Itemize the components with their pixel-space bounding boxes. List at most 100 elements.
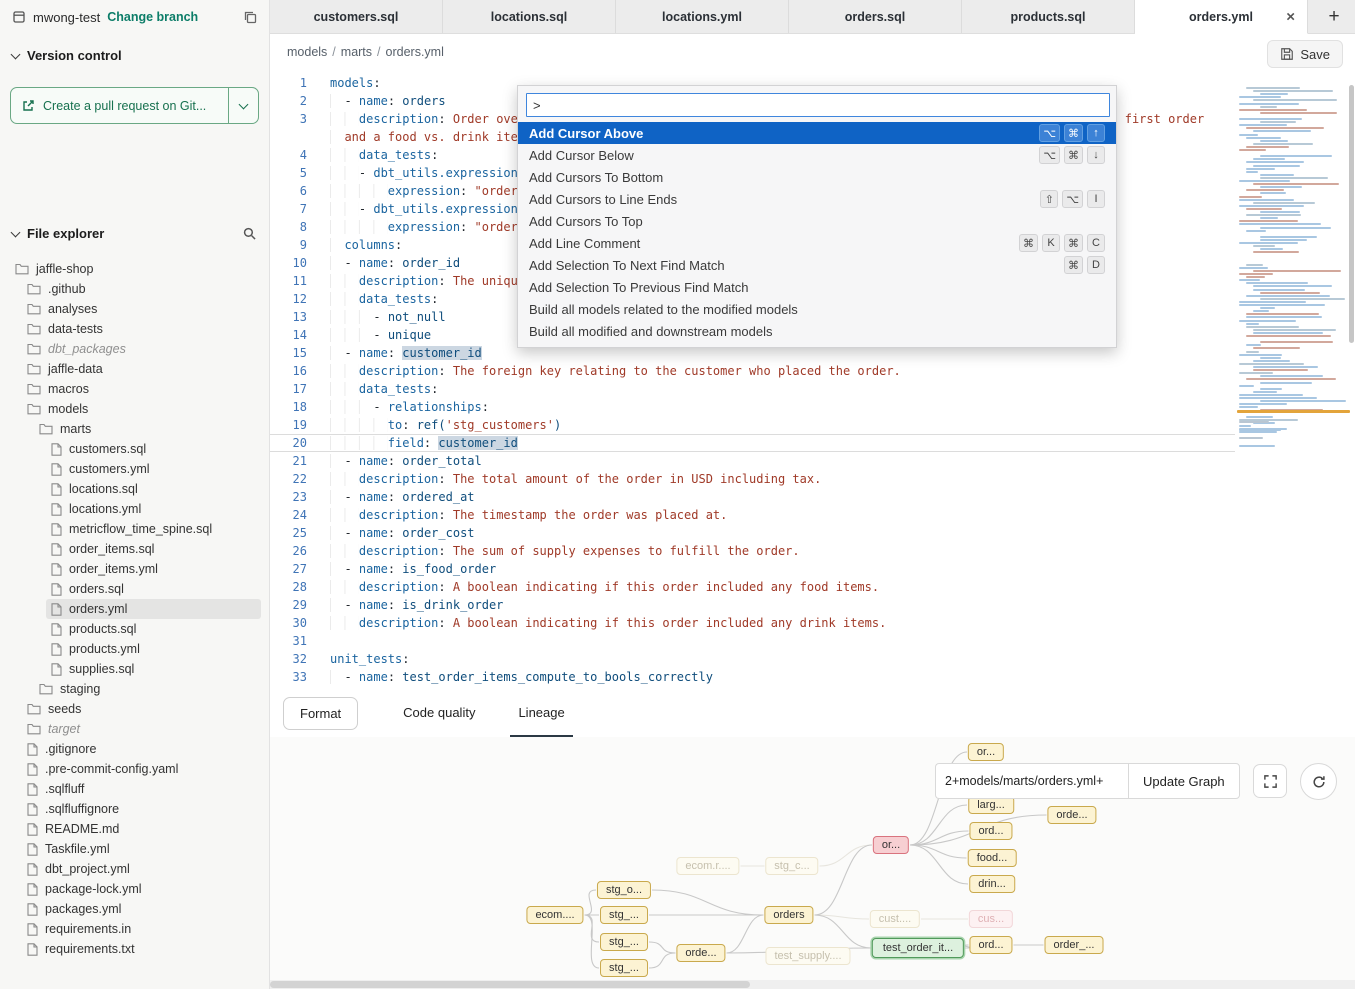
tree-item-Taskfile.yml[interactable]: Taskfile.yml (22, 839, 261, 859)
tree-item-orders.yml[interactable]: orders.yml (46, 599, 261, 619)
lineage-node-cus[interactable]: cus... (969, 910, 1013, 928)
tab-locations.yml[interactable]: locations.yml (616, 0, 789, 33)
close-tab-icon[interactable]: × (1286, 9, 1295, 24)
vertical-scrollbar[interactable] (1349, 85, 1354, 343)
lineage-node-cust[interactable]: cust.... (870, 910, 920, 928)
tree-item-analyses[interactable]: analyses (22, 299, 261, 319)
command-palette-input[interactable] (526, 93, 1110, 117)
tree-item-.github[interactable]: .github (22, 279, 261, 299)
tree-item-.pre-commit-config.yaml[interactable]: .pre-commit-config.yaml (22, 759, 261, 779)
tree-item-requirements.txt[interactable]: requirements.txt (22, 939, 261, 959)
lineage-node-stg_[interactable]: stg_... (600, 959, 648, 977)
code-line[interactable]: 25 - name: order_cost (270, 524, 1235, 542)
code-line[interactable]: 19 to: ref('stg_customers') (270, 416, 1235, 434)
lineage-filter-input[interactable] (935, 763, 1128, 799)
tree-item-macros[interactable]: macros (22, 379, 261, 399)
lineage-node-drin[interactable]: drin... (969, 875, 1015, 893)
lineage-node-orders[interactable]: orders (764, 906, 813, 924)
tree-item-data-tests[interactable]: data-tests (22, 319, 261, 339)
fullscreen-button[interactable] (1253, 764, 1287, 798)
breadcrumb-item[interactable]: orders.yml (386, 45, 444, 59)
tree-item-products.yml[interactable]: products.yml (46, 639, 261, 659)
tree-item-models[interactable]: models (22, 399, 261, 419)
tree-item-dbt_project.yml[interactable]: dbt_project.yml (22, 859, 261, 879)
palette-item[interactable]: Add Selection To Next Find Match⌘D (518, 254, 1116, 276)
create-pr-dropdown[interactable] (228, 88, 258, 123)
lineage-node-food[interactable]: food... (968, 849, 1017, 867)
tree-item-.sqlfluff[interactable]: .sqlfluff (22, 779, 261, 799)
tree-item-order_items.yml[interactable]: order_items.yml (46, 559, 261, 579)
lineage-node-stg_o[interactable]: stg_o... (597, 881, 651, 899)
code-line[interactable]: 17 data_tests: (270, 380, 1235, 398)
lineage-node-orde[interactable]: orde... (676, 944, 725, 962)
code-line[interactable]: 30 description: A boolean indicating if … (270, 614, 1235, 632)
tree-item-customers.sql[interactable]: customers.sql (46, 439, 261, 459)
tree-item-.sqlfluffignore[interactable]: .sqlfluffignore (22, 799, 261, 819)
code-line[interactable]: 26 description: The sum of supply expens… (270, 542, 1235, 560)
lineage-node-test_order_it[interactable]: test_order_it... (872, 938, 964, 958)
code-line[interactable]: 24 description: The timestamp the order … (270, 506, 1235, 524)
code-line[interactable]: 32unit_tests: (270, 650, 1235, 668)
lineage-node-ecomr[interactable]: ecom.r.... (676, 857, 739, 875)
tree-item-order_items.sql[interactable]: order_items.sql (46, 539, 261, 559)
tree-item-locations.sql[interactable]: locations.sql (46, 479, 261, 499)
tree-item-orders.sql[interactable]: orders.sql (46, 579, 261, 599)
create-pr-split-button[interactable]: Create a pull request on Git... (10, 87, 259, 124)
format-button[interactable]: Format (283, 697, 358, 730)
tree-item-dbt_packages[interactable]: dbt_packages (22, 339, 261, 359)
lineage-node-stg_[interactable]: stg_... (600, 933, 648, 951)
breadcrumb-item[interactable]: marts (341, 45, 372, 59)
code-line[interactable]: 22 description: The total amount of the … (270, 470, 1235, 488)
tree-item-products.sql[interactable]: products.sql (46, 619, 261, 639)
tree-item-staging[interactable]: staging (34, 679, 261, 699)
lineage-node-ord[interactable]: ord... (969, 822, 1012, 840)
save-button[interactable]: Save (1267, 40, 1343, 68)
horizontal-scrollbar[interactable] (270, 980, 1355, 989)
tab-products.sql[interactable]: products.sql (962, 0, 1135, 33)
tree-item-jaffle-shop[interactable]: jaffle-shop (10, 259, 261, 279)
code-line[interactable]: 28 description: A boolean indicating if … (270, 578, 1235, 596)
tab-locations.sql[interactable]: locations.sql (443, 0, 616, 33)
lineage-node-orde[interactable]: orde... (1047, 806, 1096, 824)
palette-item[interactable]: Build all modified and downstream models (518, 320, 1116, 342)
file-explorer-header[interactable]: File explorer (0, 212, 269, 247)
tree-item-.gitignore[interactable]: .gitignore (22, 739, 261, 759)
tree-item-locations.yml[interactable]: locations.yml (46, 499, 261, 519)
code-line[interactable]: 18 - relationships: (270, 398, 1235, 416)
palette-item[interactable]: Add Cursor Below⌥⌘↓ (518, 144, 1116, 166)
palette-item[interactable]: Build all models related to the modified… (518, 298, 1116, 320)
update-graph-button[interactable]: Update Graph (1128, 763, 1240, 799)
tree-item-jaffle-data[interactable]: jaffle-data (22, 359, 261, 379)
code-line[interactable]: 31 (270, 632, 1235, 650)
tree-item-package-lock.yml[interactable]: package-lock.yml (22, 879, 261, 899)
search-icon[interactable] (242, 226, 257, 241)
tab-lineage[interactable]: Lineage (510, 690, 572, 737)
tree-item-README.md[interactable]: README.md (22, 819, 261, 839)
version-control-header[interactable]: Version control (0, 34, 269, 69)
tab-customers.sql[interactable]: customers.sql (270, 0, 443, 33)
tab-orders.sql[interactable]: orders.sql (789, 0, 962, 33)
lineage-node-or[interactable]: or... (968, 743, 1004, 761)
tree-item-marts[interactable]: marts (34, 419, 261, 439)
code-line[interactable]: 16 description: The foreign key relating… (270, 362, 1235, 380)
palette-item[interactable]: Add Cursor Above⌥⌘↑ (518, 122, 1116, 144)
palette-item[interactable]: Add Cursors To Top (518, 210, 1116, 232)
code-line[interactable]: 20 field: customer_id (270, 434, 1235, 452)
breadcrumb-item[interactable]: models (287, 45, 327, 59)
horizontal-scrollbar-thumb[interactable] (270, 981, 750, 988)
copy-icon[interactable] (243, 10, 257, 24)
tab-code-quality[interactable]: Code quality (395, 690, 483, 737)
change-branch-link[interactable]: Change branch (107, 10, 198, 24)
tree-item-target[interactable]: target (22, 719, 261, 739)
tree-item-metricflow_time_spine.sql[interactable]: metricflow_time_spine.sql (46, 519, 261, 539)
code-line[interactable]: 33 - name: test_order_items_compute_to_b… (270, 668, 1235, 686)
palette-item[interactable]: Add Line Comment⌘K⌘C (518, 232, 1116, 254)
tab-orders.yml[interactable]: orders.yml× (1135, 0, 1308, 34)
lineage-node-order_[interactable]: order_... (1045, 936, 1104, 954)
lineage-node-ord[interactable]: ord... (969, 936, 1012, 954)
tree-item-packages.yml[interactable]: packages.yml (22, 899, 261, 919)
code-line[interactable]: 27 - name: is_food_order (270, 560, 1235, 578)
new-tab-button[interactable]: + (1313, 0, 1355, 33)
tree-item-supplies.sql[interactable]: supplies.sql (46, 659, 261, 679)
refresh-button[interactable] (1300, 763, 1337, 800)
